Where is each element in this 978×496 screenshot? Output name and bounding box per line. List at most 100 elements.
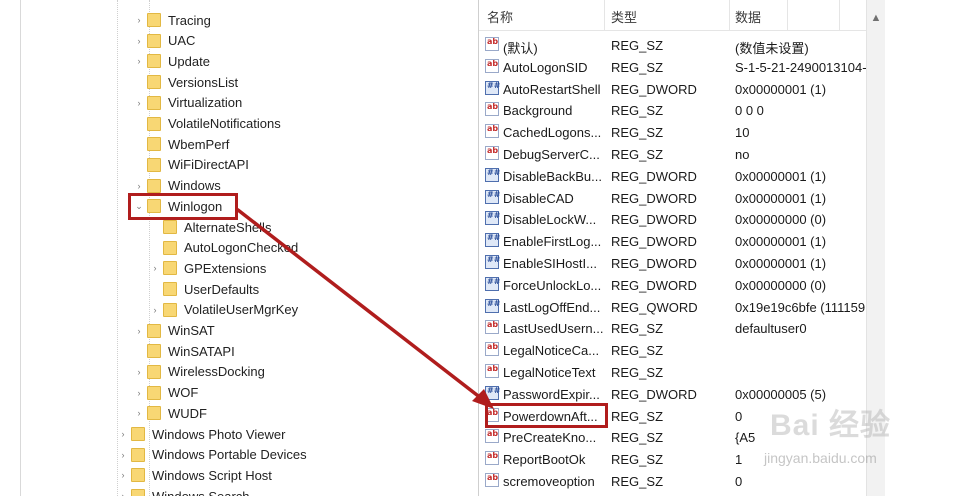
chevron-right-icon[interactable]: › [133, 51, 145, 71]
value-row[interactable]: (默认) REG_SZ (数值未设置) [479, 34, 863, 56]
chevron-right-icon [133, 155, 145, 175]
string-value-icon [485, 429, 499, 444]
chevron-right-icon[interactable]: › [117, 465, 129, 485]
folder-icon [147, 13, 161, 27]
chevron-right-icon [133, 341, 145, 361]
tree-node[interactable]: › WOF [133, 383, 199, 403]
value-row[interactable]: scremoveoption REG_SZ 0 [479, 470, 863, 492]
chevron-right-icon[interactable]: › [133, 31, 145, 51]
winlogon-highlight-box [128, 193, 238, 220]
value-name: AutoRestartShell [503, 81, 601, 97]
value-row[interactable]: LastLogOffEnd... REG_QWORD 0x19e19c6bfe (1… [479, 296, 865, 318]
tree-node[interactable]: VersionsList [133, 72, 238, 92]
tree-node[interactable]: UserDefaults [149, 279, 259, 299]
tree-node[interactable]: AutoLogonChecked [149, 238, 298, 258]
string-value-icon [485, 124, 499, 139]
value-data: no [735, 147, 750, 162]
values-column-header: 名称 类型 数据 [479, 0, 885, 31]
folder-icon [147, 75, 161, 90]
value-row[interactable]: CachedLogons... REG_SZ 10 [479, 121, 863, 143]
chevron-right-icon[interactable]: › [133, 93, 145, 113]
chevron-right-icon[interactable]: › [117, 424, 129, 444]
value-data: defaultuser0 [735, 321, 807, 337]
tree-node[interactable]: VolatileNotifications [133, 114, 281, 134]
value-row[interactable]: EnableSIHostI... REG_DWORD 0x00000001 (1) [479, 252, 863, 274]
chevron-right-icon[interactable]: › [117, 486, 129, 496]
tree-node-label: WOF [168, 385, 199, 401]
value-row[interactable]: LegalNoticeCa... REG_SZ [479, 339, 863, 361]
chevron-right-icon[interactable]: › [133, 403, 145, 423]
value-row[interactable]: DebugServerC... REG_SZ no [479, 143, 863, 165]
tree-node-label: Tracing [168, 12, 211, 28]
tree-node-label: VersionsList [168, 74, 239, 90]
binary-value-icon [485, 233, 500, 248]
column-divider[interactable] [729, 0, 730, 30]
tree-node[interactable]: WinSATAPI [133, 341, 235, 361]
tree-node[interactable]: › WinSAT [133, 321, 215, 341]
chevron-right-icon[interactable]: › [133, 362, 145, 382]
tree-node-label: UserDefaults [184, 281, 260, 297]
value-row[interactable]: Background REG_SZ 0 0 0 [479, 99, 863, 121]
value-row[interactable]: DisableCAD REG_DWORD 0x00000001 (1) [479, 187, 863, 209]
value-row[interactable]: AutoLogonSID REG_SZ S-1-5-21-2490013104- [479, 56, 867, 78]
watermark-url: jingyan.baidu.com [764, 450, 877, 466]
value-data: S-1-5-21-2490013104- [735, 59, 867, 75]
folder-icon [147, 116, 161, 131]
column-header-data[interactable]: 数据 [735, 7, 761, 26]
value-row[interactable]: DisableLockW... REG_DWORD 0x00000000 (0) [479, 208, 863, 230]
chevron-right-icon[interactable]: › [117, 445, 129, 465]
chevron-right-icon[interactable]: › [133, 321, 145, 341]
chevron-right-icon[interactable]: › [149, 258, 161, 278]
tree-node[interactable]: › Windows Photo Viewer [117, 424, 286, 444]
column-divider[interactable] [787, 0, 788, 30]
chevron-right-icon[interactable]: › [149, 300, 161, 320]
tree-node[interactable]: › WUDF [133, 403, 208, 423]
column-header-name[interactable]: 名称 [487, 7, 513, 26]
tree-node[interactable]: › Windows Script Host [117, 465, 272, 485]
tree-node[interactable]: › GPExtensions [149, 258, 267, 278]
column-divider[interactable] [839, 0, 840, 30]
registry-tree-pane[interactable]: › Tracing › UAC › Update VersionsList › Virtuali… [20, 0, 477, 496]
folder-icon [147, 95, 161, 110]
tree-guide-line [117, 0, 118, 496]
chevron-right-icon[interactable]: › [133, 383, 145, 403]
value-name: CachedLogons... [503, 125, 602, 141]
value-type: REG_SZ [611, 59, 664, 75]
tree-node[interactable]: › Windows Portable Devices [117, 445, 307, 465]
tree-node[interactable]: WbemPerf [133, 134, 229, 154]
value-row[interactable]: LegalNoticeText REG_SZ [479, 361, 863, 383]
value-row[interactable]: EnableFirstLog... REG_DWORD 0x00000001 (1) [479, 230, 863, 252]
value-row[interactable]: ForceUnlockLo... REG_DWORD 0x00000000 (0) [479, 274, 863, 296]
tree-node[interactable]: › Tracing [133, 10, 211, 30]
tree-node-label: WUDF [168, 405, 207, 421]
binary-value-icon [485, 189, 500, 204]
value-row[interactable]: LastUsedUsern... REG_SZ defaultuser0 [479, 317, 863, 339]
binary-value-icon [485, 385, 500, 400]
tree-node[interactable]: › UAC [133, 31, 196, 51]
tree-node[interactable]: › Update [133, 51, 210, 71]
value-row[interactable]: AutoRestartShell REG_DWORD 0x00000001 (1) [479, 78, 863, 100]
folder-icon [163, 220, 177, 234]
tree-node-label: UAC [168, 33, 196, 49]
value-type: REG_SZ [611, 147, 664, 162]
chevron-right-icon[interactable]: › [133, 10, 145, 30]
tree-node[interactable]: AlternateShells [149, 217, 271, 237]
tree-node-label: Windows Script Host [152, 467, 272, 483]
folder-icon [163, 261, 177, 276]
value-row[interactable]: DisableBackBu... REG_DWORD 0x00000001 (1) [479, 165, 863, 187]
tree-node[interactable]: › VolatileUserMgrKey [149, 300, 299, 320]
tree-node-label: WinSATAPI [168, 343, 235, 359]
column-divider[interactable] [604, 0, 605, 30]
string-value-icon [485, 146, 499, 160]
column-header-type[interactable]: 类型 [611, 7, 637, 26]
folder-icon [163, 240, 177, 255]
tree-node[interactable]: WiFiDirectAPI [133, 155, 249, 175]
tree-node[interactable]: › Virtualization [133, 93, 243, 113]
tree-node[interactable]: › Windows Search [117, 486, 250, 496]
value-name: scremoveoption [503, 474, 595, 489]
tree-node[interactable]: › WirelessDocking [133, 362, 265, 382]
scroll-up-icon[interactable]: ▲ [867, 12, 885, 24]
chevron-right-icon [133, 114, 145, 134]
tree-node-label: AutoLogonChecked [184, 240, 299, 256]
value-name: (默认) [503, 41, 538, 56]
